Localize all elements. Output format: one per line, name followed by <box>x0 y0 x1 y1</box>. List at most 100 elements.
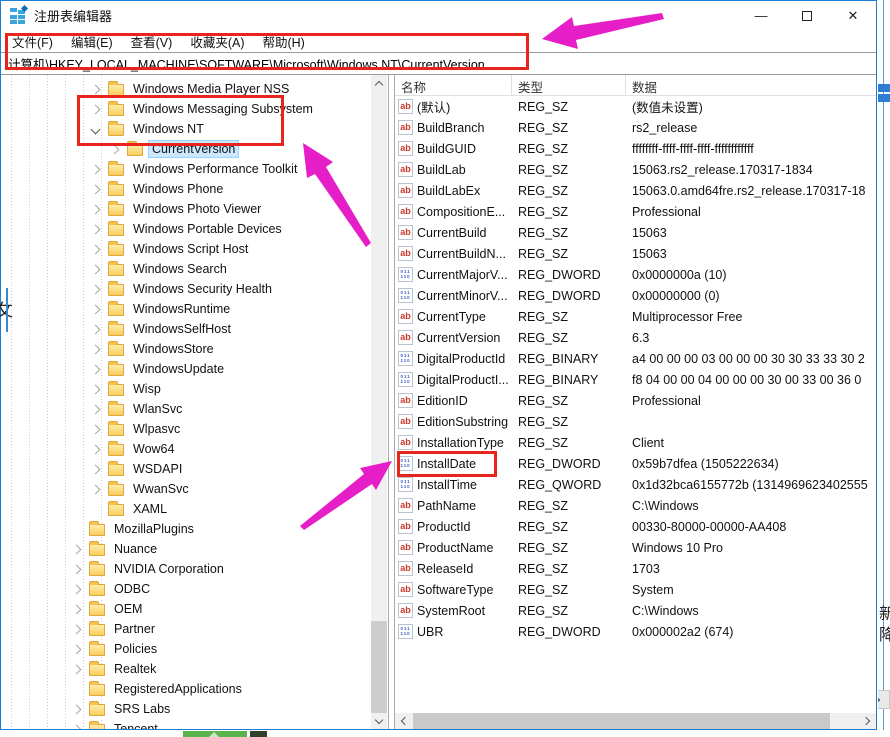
registry-value-row[interactable]: abSoftwareTypeREG_SZSystem <box>395 579 876 600</box>
tree-item[interactable]: XAML <box>1 499 370 519</box>
expand-chevron-icon[interactable] <box>91 424 101 434</box>
tree-item[interactable]: Wow64 <box>1 439 370 459</box>
menu-item[interactable]: 收藏夹(A) <box>181 32 253 51</box>
expand-chevron-icon[interactable] <box>72 644 82 654</box>
tree-item[interactable]: CurrentVersion <box>1 139 370 159</box>
expand-chevron-icon[interactable] <box>91 264 101 274</box>
expand-chevron-icon[interactable] <box>91 384 101 394</box>
tree-item[interactable]: WwanSvc <box>1 479 370 499</box>
registry-value-row[interactable]: abReleaseIdREG_SZ1703 <box>395 558 876 579</box>
column-header[interactable]: 名称 <box>395 75 512 95</box>
maximize-button[interactable] <box>784 1 830 30</box>
tree-item[interactable]: WindowsUpdate <box>1 359 370 379</box>
tree-item[interactable]: Windows Photo Viewer <box>1 199 370 219</box>
tree-item[interactable]: Realtek <box>1 659 370 679</box>
tree-item[interactable]: Wisp <box>1 379 370 399</box>
tree-item[interactable]: Windows Portable Devices <box>1 219 370 239</box>
tree-item[interactable]: WSDAPI <box>1 459 370 479</box>
tree-item[interactable]: Windows NT <box>1 119 370 139</box>
tree-item[interactable]: Windows Performance Toolkit <box>1 159 370 179</box>
registry-value-row[interactable]: abCurrentBuildN...REG_SZ15063 <box>395 243 876 264</box>
scroll-right-button[interactable] <box>860 713 876 729</box>
vertical-scrollbar[interactable] <box>371 75 387 729</box>
tree-item[interactable]: Windows Security Health <box>1 279 370 299</box>
tree-item[interactable]: Windows Script Host <box>1 239 370 259</box>
scroll-down-button[interactable] <box>371 713 387 729</box>
expand-chevron-icon[interactable] <box>91 244 101 254</box>
expand-chevron-icon[interactable] <box>91 284 101 294</box>
expand-chevron-icon[interactable] <box>72 564 82 574</box>
expand-chevron-icon[interactable] <box>91 84 101 94</box>
title-bar[interactable]: 注册表编辑器 — ✕ <box>1 1 876 30</box>
expand-chevron-icon[interactable] <box>91 204 101 214</box>
registry-value-row[interactable]: 011110DigitalProductIdREG_BINARYa4 00 00… <box>395 348 876 369</box>
registry-value-row[interactable]: 011110InstallTimeREG_QWORD0x1d32bca61557… <box>395 474 876 495</box>
expand-chevron-icon[interactable] <box>91 404 101 414</box>
expand-chevron-icon[interactable] <box>91 224 101 234</box>
horizontal-scrollbar[interactable] <box>395 713 876 729</box>
registry-value-row[interactable]: abCurrentBuildREG_SZ15063 <box>395 222 876 243</box>
close-button[interactable]: ✕ <box>830 1 876 30</box>
expand-chevron-icon[interactable] <box>91 444 101 454</box>
expand-chevron-icon[interactable] <box>91 164 101 174</box>
tree-item[interactable]: WlanSvc <box>1 399 370 419</box>
expand-chevron-icon[interactable] <box>72 664 82 674</box>
tree-item[interactable]: Wlpasvc <box>1 419 370 439</box>
registry-value-row[interactable]: 011110UBRREG_DWORD0x000002a2 (674) <box>395 621 876 642</box>
tree-item[interactable]: RegisteredApplications <box>1 679 370 699</box>
tree-item[interactable]: Windows Phone <box>1 179 370 199</box>
scrollbar-thumb[interactable] <box>413 713 830 729</box>
registry-value-row[interactable]: 011110InstallDateREG_DWORD0x59b7dfea (15… <box>395 453 876 474</box>
menu-item[interactable]: 文件(F) <box>3 32 62 51</box>
registry-value-row[interactable]: abProductIdREG_SZ00330-80000-00000-AA408 <box>395 516 876 537</box>
expand-chevron-icon[interactable] <box>91 344 101 354</box>
registry-value-row[interactable]: abBuildGUIDREG_SZffffffff-ffff-ffff-ffff… <box>395 138 876 159</box>
tree-item[interactable]: Windows Search <box>1 259 370 279</box>
expand-chevron-icon[interactable] <box>91 104 101 114</box>
expand-chevron-icon[interactable] <box>91 184 101 194</box>
tree-item[interactable]: Windows Messaging Subsystem <box>1 99 370 119</box>
address-bar[interactable]: 计算机\HKEY_LOCAL_MACHINE\SOFTWARE\Microsof… <box>1 52 876 75</box>
tree-item[interactable]: Policies <box>1 639 370 659</box>
collapse-chevron-icon[interactable] <box>91 124 101 134</box>
registry-value-row[interactable]: ab(默认)REG_SZ(数值未设置) <box>395 96 876 117</box>
expand-chevron-icon[interactable] <box>72 604 82 614</box>
tree-item[interactable]: Tencent <box>1 719 370 729</box>
registry-value-row[interactable]: abPathNameREG_SZC:\Windows <box>395 495 876 516</box>
scroll-left-button[interactable] <box>395 713 411 729</box>
menu-item[interactable]: 帮助(H) <box>253 32 313 51</box>
scrollbar-thumb[interactable] <box>371 621 387 713</box>
registry-value-row[interactable]: abEditionIDREG_SZProfessional <box>395 390 876 411</box>
registry-value-row[interactable]: abProductNameREG_SZWindows 10 Pro <box>395 537 876 558</box>
expand-chevron-icon[interactable] <box>72 724 82 729</box>
registry-value-row[interactable]: abBuildLabREG_SZ15063.rs2_release.170317… <box>395 159 876 180</box>
tree-item[interactable]: Windows Media Player NSS <box>1 79 370 99</box>
expand-chevron-icon[interactable] <box>91 304 101 314</box>
expand-chevron-icon[interactable] <box>91 324 101 334</box>
registry-value-row[interactable]: abSystemRootREG_SZC:\Windows <box>395 600 876 621</box>
registry-value-row[interactable]: 011110CurrentMajorV...REG_DWORD0x0000000… <box>395 264 876 285</box>
registry-value-row[interactable]: abInstallationTypeREG_SZClient <box>395 432 876 453</box>
scroll-up-button[interactable] <box>371 75 387 91</box>
registry-value-row[interactable]: abCompositionE...REG_SZProfessional <box>395 201 876 222</box>
expand-chevron-icon[interactable] <box>91 464 101 474</box>
expand-chevron-icon[interactable] <box>72 544 82 554</box>
expand-chevron-icon[interactable] <box>110 144 120 154</box>
registry-value-row[interactable]: abCurrentTypeREG_SZMultiprocessor Free <box>395 306 876 327</box>
registry-value-row[interactable]: 011110DigitalProductI...REG_BINARYf8 04 … <box>395 369 876 390</box>
registry-value-row[interactable]: 011110CurrentMinorV...REG_DWORD0x0000000… <box>395 285 876 306</box>
tree-item[interactable]: OEM <box>1 599 370 619</box>
menu-item[interactable]: 编辑(E) <box>62 32 122 51</box>
expand-chevron-icon[interactable] <box>72 624 82 634</box>
tree-item[interactable]: Partner <box>1 619 370 639</box>
tree-item[interactable]: WindowsRuntime <box>1 299 370 319</box>
pane-splitter[interactable] <box>388 75 395 729</box>
expand-chevron-icon[interactable] <box>72 584 82 594</box>
expand-chevron-icon[interactable] <box>72 704 82 714</box>
tree-item[interactable]: WindowsStore <box>1 339 370 359</box>
registry-value-row[interactable]: abCurrentVersionREG_SZ6.3 <box>395 327 876 348</box>
menu-item[interactable]: 查看(V) <box>122 32 182 51</box>
column-header[interactable]: 类型 <box>512 75 626 95</box>
tree-item[interactable]: NVIDIA Corporation <box>1 559 370 579</box>
expand-chevron-icon[interactable] <box>91 484 101 494</box>
